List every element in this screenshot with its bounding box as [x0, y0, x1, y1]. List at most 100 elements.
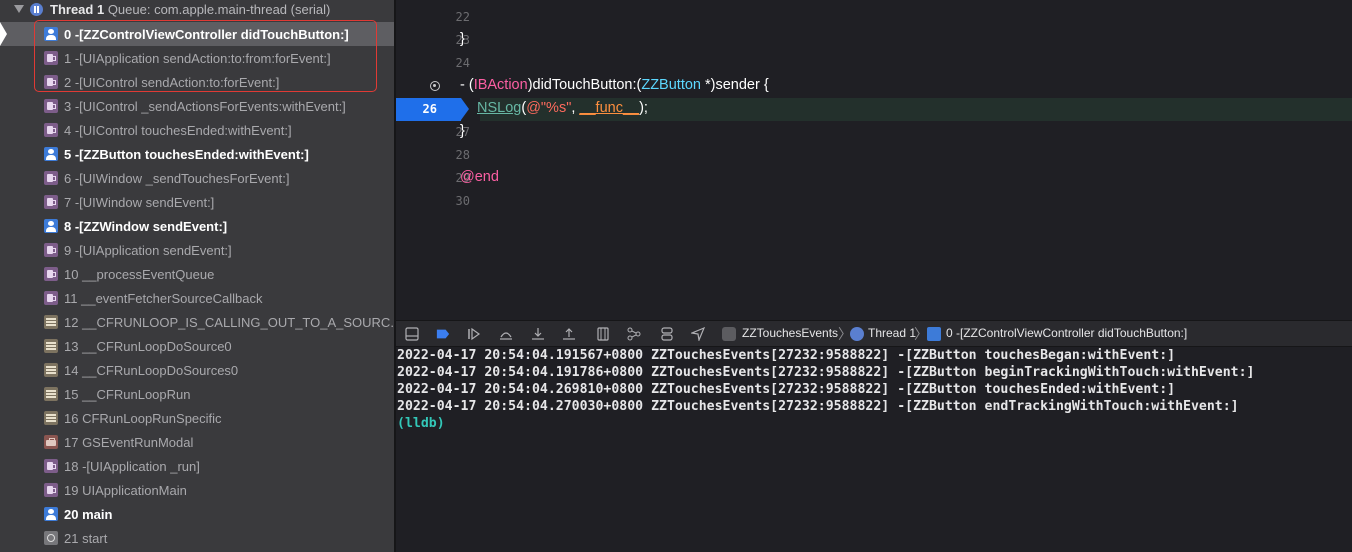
- code-text: - (IBAction)didTouchButton:(ZZButton *)s…: [460, 77, 769, 93]
- frame-label: 4 -[UIControl touchesEnded:withEvent:]: [64, 123, 292, 138]
- code-text: @end: [460, 169, 499, 185]
- stack-frame-16[interactable]: 16 CFRunLoopRunSpecific: [0, 406, 394, 430]
- hide-debug-area-icon[interactable]: [405, 327, 419, 341]
- stack-frame-3[interactable]: 3 -[UIControl _sendActionsForEvents:with…: [0, 94, 394, 118]
- line-number: 28: [455, 148, 470, 162]
- view-hierarchy-icon[interactable]: [596, 327, 610, 341]
- frame-label: 20 main: [64, 507, 113, 522]
- stack-frame-14[interactable]: 14 __CFRunLoopDoSources0: [0, 358, 394, 382]
- code-token: );: [639, 100, 648, 116]
- code-line-partial: }: [396, 0, 480, 5]
- source-editor[interactable]: } 22 23 } 24 - (IBAction)didTouchButton:…: [396, 0, 1352, 320]
- annotation-highlight-box: [34, 20, 377, 92]
- code-token-function: NSLog: [477, 100, 522, 116]
- frame-label: 12 __CFRUNLOOP_IS_CALLING_OUT_TO_A_SOURC…: [64, 315, 394, 330]
- console-line: 2022-04-17 20:54:04.191567+0800 ZZTouche…: [397, 348, 1176, 363]
- line-number: 22: [455, 10, 470, 24]
- stack-frame-10[interactable]: 10 __processEventQueue: [0, 262, 394, 286]
- continue-icon[interactable]: [467, 327, 481, 341]
- console-output[interactable]: 2022-04-17 20:54:04.191567+0800 ZZTouche…: [396, 347, 1352, 552]
- chevron-right-icon: 〉: [914, 326, 928, 342]
- stack-frame-13[interactable]: 13 __CFRunLoopDoSource0: [0, 334, 394, 358]
- framework-icon: [44, 243, 58, 257]
- frame-label: 5 -[ZZButton touchesEnded:withEvent:]: [64, 147, 309, 162]
- stack-frame-19[interactable]: 19 UIApplicationMain: [0, 478, 394, 502]
- frame-label: 19 UIApplicationMain: [64, 483, 187, 498]
- stack-frame-8[interactable]: 8 -[ZZWindow sendEvent:]: [0, 214, 394, 238]
- disclosure-triangle-icon[interactable]: [14, 5, 24, 13]
- gutter-line-28: 28: [396, 144, 480, 167]
- thread-name: Thread 1: [50, 2, 105, 17]
- framework-icon: [44, 291, 58, 305]
- code-text: NSLog(@"%s", __func__);: [477, 100, 648, 116]
- step-into-icon[interactable]: [531, 327, 545, 341]
- stack-frame-11[interactable]: 11 __eventFetcherSourceCallback: [0, 286, 394, 310]
- frame-label: 7 -[UIWindow sendEvent:]: [64, 195, 215, 210]
- app-target-icon: [722, 327, 736, 341]
- thread-icon: [30, 3, 43, 16]
- code-token: *)sender {: [700, 77, 769, 93]
- code-token-keyword: IBAction: [473, 77, 528, 93]
- breadcrumb-frame[interactable]: 0 -[ZZControlViewController didTouchButt…: [946, 326, 1187, 340]
- frame-label: 21 start: [64, 531, 108, 546]
- environment-overrides-icon[interactable]: [660, 327, 674, 341]
- core-foundation-icon: [44, 315, 58, 329]
- frame-label: 10 __processEventQueue: [64, 267, 215, 282]
- thread-row[interactable]: Thread 1 Queue: com.apple.main-thread (s…: [0, 0, 394, 20]
- memory-graph-icon[interactable]: [627, 327, 641, 341]
- breadcrumb-app[interactable]: ZZTouchesEvents: [742, 326, 838, 340]
- step-out-icon[interactable]: [562, 327, 576, 341]
- thread-icon: [850, 327, 864, 341]
- thread-queue: Queue: com.apple.main-thread (serial): [107, 2, 331, 17]
- framework-icon: [44, 99, 58, 113]
- line-number: 24: [455, 56, 470, 70]
- framework-icon: [44, 123, 58, 137]
- framework-icon: [44, 483, 58, 497]
- stack-frame-5[interactable]: 5 -[ZZButton touchesEnded:withEvent:]: [0, 142, 394, 166]
- stack-frame-17[interactable]: 17 GSEventRunModal: [0, 430, 394, 454]
- code-token-macro: __func__: [579, 100, 640, 116]
- stack-frame-21[interactable]: 21 start: [0, 526, 394, 550]
- breakpoints-toggle-icon[interactable]: [436, 327, 450, 341]
- line-number: 30: [455, 194, 470, 208]
- frame-label: 14 __CFRunLoopDoSources0: [64, 363, 239, 378]
- gutter-line-29: 29 @end: [396, 167, 499, 190]
- frame-label: 13 __CFRunLoopDoSource0: [64, 339, 232, 354]
- console-line: 2022-04-17 20:54:04.270030+0800 ZZTouche…: [397, 399, 1239, 414]
- simulate-location-icon[interactable]: [691, 327, 705, 341]
- step-over-icon[interactable]: [499, 327, 513, 341]
- core-foundation-icon: [44, 363, 58, 377]
- stack-frame-6[interactable]: 6 -[UIWindow _sendTouchesForEvent:]: [0, 166, 394, 190]
- code-token: - (: [460, 77, 474, 93]
- method-target-icon[interactable]: [430, 81, 440, 91]
- core-foundation-icon: [44, 387, 58, 401]
- stack-frame-12[interactable]: 12 __CFRUNLOOP_IS_CALLING_OUT_TO_A_SOURC…: [0, 310, 394, 334]
- console-line: 2022-04-17 20:54:04.269810+0800 ZZTouche…: [397, 382, 1176, 397]
- gutter-line-30: 30: [396, 190, 480, 213]
- stack-frame-9[interactable]: 9 -[UIApplication sendEvent:]: [0, 238, 394, 262]
- stack-frame-15[interactable]: 15 __CFRunLoopRun: [0, 382, 394, 406]
- user-code-icon: [44, 147, 58, 161]
- gutter-line-23: 23 }: [396, 29, 480, 52]
- user-code-icon: [927, 327, 941, 341]
- code-token-string: @"%s": [526, 100, 572, 116]
- code-text: }: [460, 123, 465, 139]
- lldb-prompt[interactable]: (lldb): [397, 416, 445, 431]
- stack-frame-4[interactable]: 4 -[UIControl touchesEnded:withEvent:]: [0, 118, 394, 142]
- user-code-icon: [44, 219, 58, 233]
- thread-title: Thread 1 Queue: com.apple.main-thread (s…: [50, 2, 330, 17]
- system-gear-icon: [44, 531, 58, 545]
- stack-frame-20[interactable]: 20 main: [0, 502, 394, 526]
- code-token: )didTouchButton:(: [527, 77, 642, 93]
- stack-frame-7[interactable]: 7 -[UIWindow sendEvent:]: [0, 190, 394, 214]
- gutter-line-24: 24: [396, 52, 480, 75]
- stack-frame-18[interactable]: 18 -[UIApplication _run]: [0, 454, 394, 478]
- frame-label: 17 GSEventRunModal: [64, 435, 194, 450]
- frame-label: 11 __eventFetcherSourceCallback: [64, 291, 263, 306]
- debug-navigator: Thread 1 Queue: com.apple.main-thread (s…: [0, 0, 394, 552]
- frame-label: 16 CFRunLoopRunSpecific: [64, 411, 222, 426]
- frame-label: 18 -[UIApplication _run]: [64, 459, 200, 474]
- graphics-services-icon: [44, 435, 58, 449]
- breadcrumb-thread[interactable]: Thread 1: [868, 326, 916, 340]
- frame-label: 15 __CFRunLoopRun: [64, 387, 191, 402]
